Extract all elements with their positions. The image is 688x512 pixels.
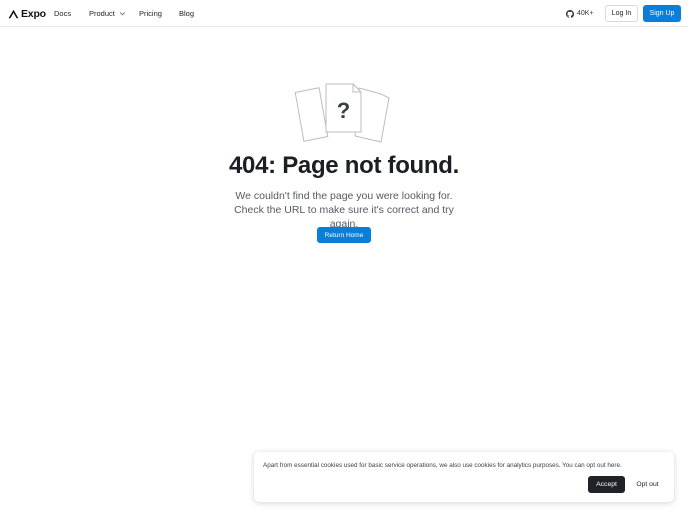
github-stars-link[interactable]: 40K+ — [566, 8, 594, 19]
nav-docs-link[interactable]: Docs — [54, 8, 71, 19]
expo-logo[interactable]: Expo — [8, 7, 46, 20]
nav-blog-link[interactable]: Blog — [179, 8, 194, 19]
error-description: We couldn't find the page you were looki… — [234, 190, 454, 230]
page-title: 404: Page not found. — [228, 152, 460, 179]
cookie-banner-text: Apart from essential cookies used for ba… — [263, 462, 622, 469]
logo-text: Expo — [21, 7, 46, 20]
sign-up-button[interactable]: Sign Up — [643, 5, 681, 22]
nav-product-menu[interactable]: Product — [89, 8, 126, 19]
nav-pricing-link[interactable]: Pricing — [139, 8, 162, 19]
github-stars-count: 40K+ — [577, 10, 594, 17]
expo-logo-icon — [8, 9, 19, 18]
opt-out-cookies-button[interactable]: Opt out — [631, 476, 664, 493]
github-icon — [566, 9, 574, 18]
accept-cookies-button[interactable]: Accept — [588, 476, 625, 493]
chevron-down-icon — [119, 12, 125, 16]
question-mark-glyph: ? — [337, 98, 350, 123]
log-in-button[interactable]: Log In — [605, 5, 638, 22]
return-home-button[interactable]: Return Home — [317, 227, 371, 243]
nav-product-label: Product — [89, 9, 115, 18]
top-nav-bar: Expo Docs Product Pricing Blog 40K+ Log … — [0, 0, 688, 27]
cookie-banner: Apart from essential cookies used for ba… — [254, 452, 674, 502]
missing-documents-icon: ? — [294, 83, 390, 143]
